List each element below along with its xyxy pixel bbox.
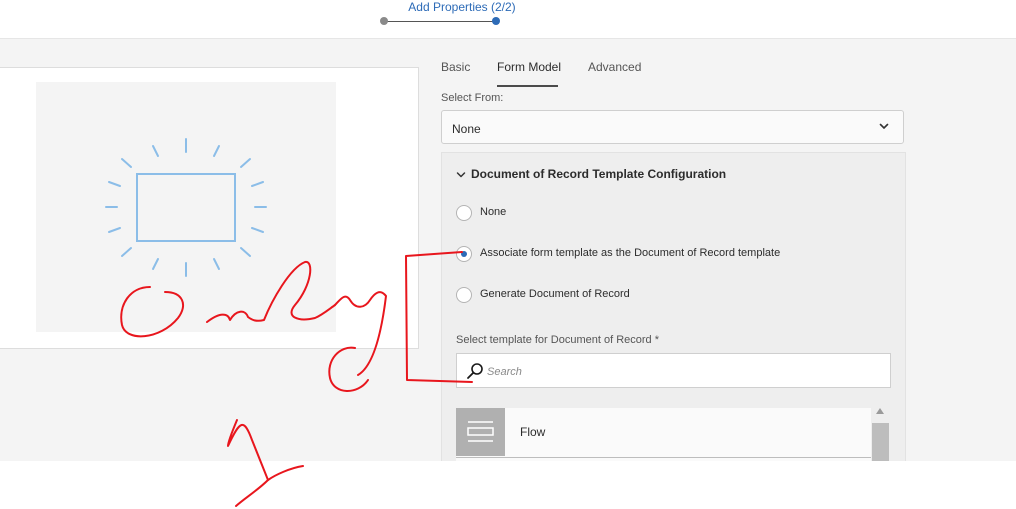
radio-label: Generate Document of Record xyxy=(480,288,630,300)
template-name: Flow xyxy=(520,425,546,439)
search-input[interactable] xyxy=(485,362,879,382)
list-item[interactable]: Flow xyxy=(456,408,871,458)
template-list: Flow xyxy=(456,408,871,461)
chevron-down-icon xyxy=(879,123,889,129)
tab-advanced[interactable]: Advanced xyxy=(588,60,641,74)
radio-button[interactable] xyxy=(456,246,472,262)
radio-button[interactable] xyxy=(456,205,472,221)
tab-form-model[interactable]: Form Model xyxy=(497,60,561,74)
wizard-title: Add Properties (2/2) xyxy=(408,0,516,14)
wizard-header: Add Properties (2/2) xyxy=(0,0,1016,39)
active-tab-indicator xyxy=(497,85,558,87)
template-select-label: Select template for Document of Record * xyxy=(456,334,659,346)
form-lines-icon xyxy=(467,421,494,442)
radio-button[interactable] xyxy=(456,287,472,303)
app-window: Add Properties (2/2) Basic Form Model Ad… xyxy=(0,0,1016,461)
tab-basic[interactable]: Basic xyxy=(441,60,470,74)
wizard-progress-line xyxy=(386,21,496,22)
form-thumbnail xyxy=(36,82,336,332)
select-from-dropdown[interactable]: None xyxy=(441,110,904,144)
chevron-down-icon xyxy=(456,172,466,178)
form-thumbnail-icon xyxy=(105,138,267,277)
select-from-value: None xyxy=(452,122,481,136)
template-list-scrollbar[interactable] xyxy=(872,405,889,461)
form-preview-card xyxy=(0,67,419,349)
search-icon xyxy=(467,363,483,379)
scroll-up-arrow[interactable] xyxy=(876,408,884,414)
wizard-step-2[interactable] xyxy=(492,17,500,25)
wizard-step-1[interactable] xyxy=(380,17,388,25)
radio-label: Associate form template as the Document … xyxy=(480,247,781,259)
template-thumbnail xyxy=(456,408,505,456)
select-from-label: Select From: xyxy=(441,92,504,104)
dor-section-toggle[interactable]: Document of Record Template Configuratio… xyxy=(456,167,726,181)
radio-label: None xyxy=(480,206,507,218)
template-search-box[interactable] xyxy=(456,353,891,388)
scroll-thumb[interactable] xyxy=(872,423,889,461)
dor-section-title: Document of Record Template Configuratio… xyxy=(471,167,727,181)
